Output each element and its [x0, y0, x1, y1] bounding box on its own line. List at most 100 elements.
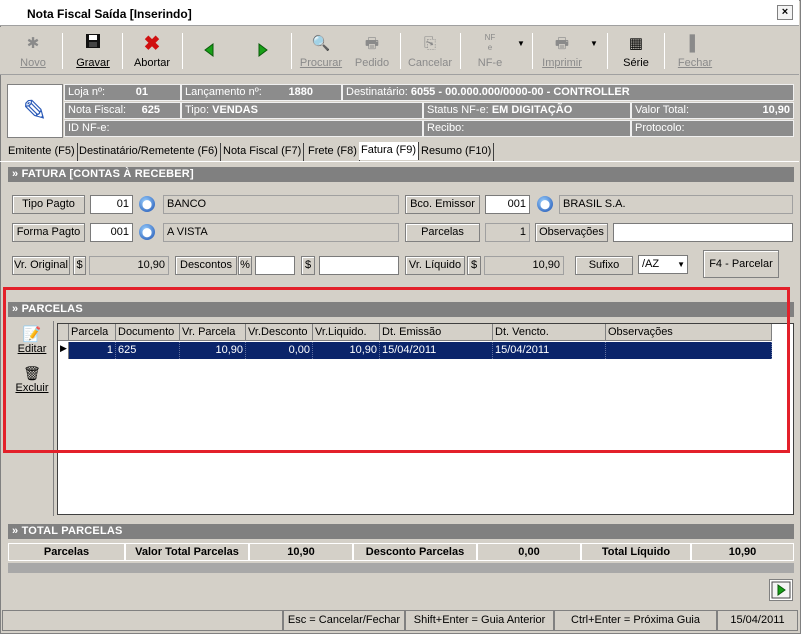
table-cell: 15/04/2011 — [380, 342, 493, 359]
cancelar-button[interactable]: ⎘ Cancelar — [405, 27, 455, 75]
tab-fatura[interactable]: Fatura (F9) — [359, 142, 420, 160]
loja-field: Loja nº: 01 — [64, 84, 181, 101]
next-arrow-icon — [771, 581, 791, 599]
column-header[interactable]: Documento — [116, 324, 180, 341]
column-header[interactable]: Vr.Liquido. — [313, 324, 380, 341]
tab-destinatario[interactable]: Destinatário/Remetente (F6) — [77, 143, 221, 161]
nota-fiscal-field: Nota Fiscal: 625 — [64, 102, 181, 119]
vr-liquido-value: 10,90 — [484, 256, 564, 275]
bco-emissor-code-input[interactable]: 001 — [485, 195, 530, 214]
imprimir-dropdown[interactable]: ▼ — [588, 27, 600, 75]
editar-button[interactable]: 📝 Editar — [14, 325, 50, 355]
sufixo-select[interactable]: /AZ ▼ — [638, 255, 688, 274]
vr-liquido-label: Vr. Líquido — [405, 256, 465, 275]
tab-nota-fiscal[interactable]: Nota Fiscal (F7) — [221, 143, 305, 161]
novo-button[interactable]: ✱ Novo — [8, 27, 58, 75]
status-ctrl: Ctrl+Enter = Próxima Guia — [554, 610, 717, 631]
globe-lookup-icon[interactable]: ⬤ — [139, 224, 155, 240]
bco-emissor-label: Bco. Emissor — [405, 195, 480, 214]
desconto-parcelas-value: 0,00 — [477, 543, 581, 561]
table-cell: 625 — [116, 342, 180, 359]
procurar-button[interactable]: 🔍 Procurar — [296, 27, 346, 75]
excluir-button[interactable]: 🗑 Excluir — [12, 365, 52, 394]
toolbar-separator — [400, 33, 401, 69]
nfe-dropdown[interactable]: ▼ — [515, 27, 527, 75]
table-cell: 10,90 — [313, 342, 380, 359]
pedido-button[interactable]: 🖶 Pedido — [348, 27, 396, 75]
window-title: Nota Fiscal Saída [Inserindo] — [27, 7, 192, 21]
nfe-label: NF-e — [477, 57, 503, 69]
fechar-button[interactable]: ▌ Fechar — [669, 27, 721, 75]
serie-button[interactable]: ▦ Série — [612, 27, 660, 75]
totals-footer-bar — [8, 563, 794, 573]
sufixo-label: Sufixo — [575, 256, 633, 275]
close-button[interactable]: × — [777, 5, 793, 20]
tipo-field: Tipo: VENDAS — [181, 102, 423, 119]
status-esc: Esc = Cancelar/Fechar — [283, 610, 405, 631]
procurar-label: Procurar — [299, 57, 343, 69]
tipo-pagto-label: Tipo Pagto — [12, 195, 85, 214]
next-tab-button[interactable] — [769, 579, 793, 601]
parcelas-count: 1 — [485, 223, 530, 242]
total-liquido-label: Total Líquido — [581, 543, 691, 561]
imprimir-button[interactable]: 🖶 Imprimir — [537, 27, 587, 75]
toolbar-separator — [664, 33, 665, 69]
observacoes-input[interactable] — [613, 223, 793, 242]
new-icon: ✱ — [26, 35, 40, 52]
column-header[interactable]: Dt. Vencto. — [493, 324, 606, 341]
status-nfe-field: Status NF-e: EM DIGITAÇÃO — [423, 102, 631, 119]
next-button[interactable] — [246, 27, 276, 75]
arrow-left-icon — [196, 33, 226, 57]
previous-button[interactable] — [196, 27, 226, 75]
desconto-percent-input[interactable] — [255, 256, 295, 275]
column-header[interactable]: Vr. Parcela — [180, 324, 246, 341]
toolbar-separator — [122, 33, 123, 69]
vr-original-label: Vr. Original — [12, 256, 70, 275]
arrow-right-icon — [246, 33, 276, 57]
tipo-pagto-code-input[interactable]: 01 — [90, 195, 133, 214]
dropdown-arrow-icon: ▼ — [517, 39, 525, 48]
desconto-parcelas-label: Desconto Parcelas — [353, 543, 477, 561]
table-cell: 10,90 — [180, 342, 246, 359]
toolbar: ✱ Novo Gravar ✖ Abortar 🔍 Procurar 🖶 Ped… — [0, 27, 799, 75]
globe-lookup-icon[interactable]: ⬤ — [139, 196, 155, 212]
column-header[interactable]: Vr.Desconto — [246, 324, 313, 341]
column-header[interactable]: Parcela — [69, 324, 116, 341]
toolbar-separator — [291, 33, 292, 69]
imprimir-label: Imprimir — [542, 57, 582, 69]
valor-total-field: Valor Total: 10,90 — [631, 102, 794, 119]
globe-lookup-icon[interactable]: ⬤ — [537, 196, 553, 212]
lancamento-field: Lançamento nº: 1880 — [181, 84, 342, 101]
parcelas-side-toolbar: 📝 Editar 🗑 Excluir — [8, 321, 54, 516]
table-cell — [606, 342, 772, 359]
f4-parcelar-button[interactable]: F4 - Parcelar — [703, 250, 779, 278]
table-cell: 15/04/2011 — [493, 342, 606, 359]
toolbar-separator — [532, 33, 533, 69]
nfe-icon: NF e — [484, 33, 496, 52]
forma-pagto-label: Forma Pagto — [12, 223, 85, 242]
order-icon: 🖶 — [364, 35, 380, 52]
percent-symbol: % — [238, 256, 252, 275]
forma-pagto-code-input[interactable]: 001 — [90, 223, 133, 242]
document-pen-icon: ✎ — [7, 84, 63, 138]
status-panel-empty — [2, 610, 283, 631]
search-icon: 🔍 — [311, 35, 331, 52]
desconto-value-input[interactable] — [319, 256, 399, 275]
gravar-button[interactable]: Gravar — [68, 27, 118, 75]
toolbar-separator — [607, 33, 608, 69]
forma-pagto-desc: A VISTA — [163, 223, 399, 242]
trash-icon: 🗑 — [23, 365, 41, 381]
nfe-button[interactable]: NF e NF-e — [466, 27, 514, 75]
toolbar-separator — [460, 33, 461, 69]
tab-frete[interactable]: Frete (F8) — [306, 143, 360, 161]
barcode-icon: ▦ — [628, 35, 644, 52]
protocolo-field: Protocolo: — [631, 120, 794, 137]
abortar-button[interactable]: ✖ Abortar — [127, 27, 177, 75]
parcelas-table[interactable]: Parcela Documento Vr. Parcela Vr.Descont… — [57, 323, 794, 515]
door-exit-icon: ▌ — [689, 35, 701, 52]
tab-resumo[interactable]: Resumo (F10) — [419, 143, 495, 161]
column-header[interactable]: Observações — [606, 324, 772, 341]
tab-emitente[interactable]: Emitente (F5) — [6, 143, 78, 161]
currency-symbol: $ — [467, 256, 481, 275]
column-header[interactable]: Dt. Emissão — [380, 324, 493, 341]
